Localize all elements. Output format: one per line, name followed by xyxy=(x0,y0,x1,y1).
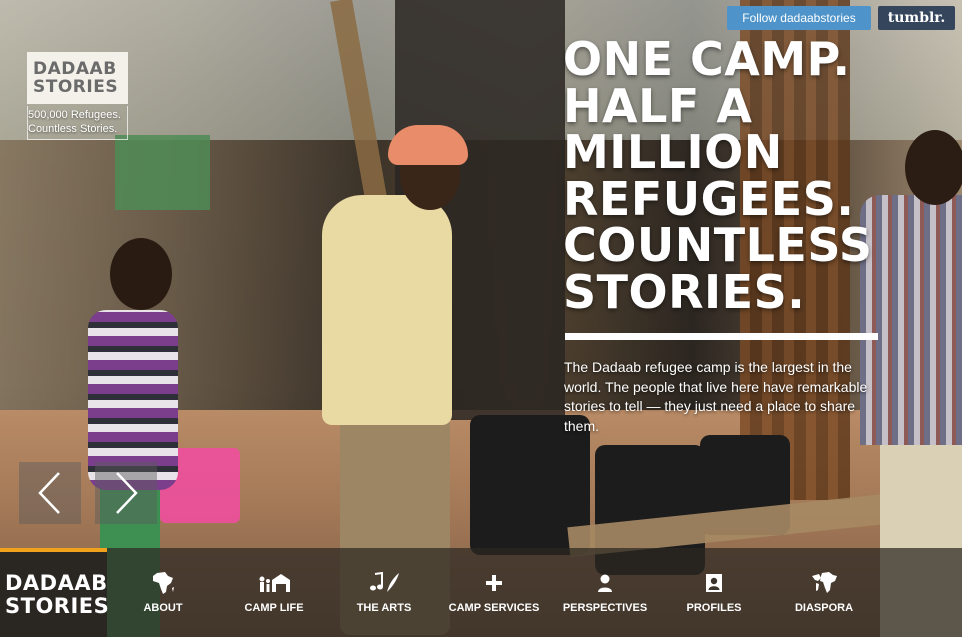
world-map-icon xyxy=(809,570,839,596)
nav-label: PROFILES xyxy=(686,602,742,614)
nav-label: ABOUT xyxy=(143,602,183,614)
nav-label: THE ARTS xyxy=(356,602,412,614)
headline-line: ONE CAMP. xyxy=(563,32,851,86)
site-logo[interactable]: DADAAB STORIES xyxy=(27,52,128,104)
nav-logo-line-1: DADAAB xyxy=(5,570,108,595)
tagline-line-1: 500,000 Refugees. xyxy=(28,109,121,121)
man-shirt xyxy=(322,195,452,425)
nav-item-the-arts[interactable]: THE ARTS xyxy=(355,570,413,622)
follow-button[interactable]: Follow dadaabstories xyxy=(727,6,871,30)
nav-label: DIASPORA xyxy=(794,602,854,614)
nav-item-camp-life[interactable]: CAMP LIFE xyxy=(240,570,308,622)
headline-line: MILLION xyxy=(563,125,783,179)
family-home-icon xyxy=(257,570,291,596)
slider-next-button[interactable] xyxy=(95,462,157,524)
headline-line: REFUGEES. xyxy=(563,171,855,226)
tumblr-button[interactable]: tumblr. xyxy=(878,6,955,30)
site-tagline: 500,000 Refugees. Countless Stories. xyxy=(27,106,128,140)
nav-item-diaspora[interactable]: DIASPORA xyxy=(795,570,853,622)
person-icon xyxy=(595,570,615,596)
nav-home-logo[interactable]: DADAAB STORIES xyxy=(0,548,110,637)
logo-line-2: STORIES xyxy=(33,77,119,97)
nav-label: CAMP LIFE xyxy=(244,602,304,614)
nav-logo-line-2: STORIES xyxy=(5,593,110,618)
nav-item-camp-services[interactable]: CAMP SERVICES xyxy=(448,570,540,622)
green-wall xyxy=(115,135,210,210)
headline-line: HALF A xyxy=(563,78,753,133)
slider-prev-button[interactable] xyxy=(19,462,81,524)
headline-divider xyxy=(565,333,878,340)
hero-headline: ONE CAMP. HALF A MILLION REFUGEES. COUNT… xyxy=(563,36,893,315)
chevron-right-icon xyxy=(116,472,138,514)
headline-line: STORIES. xyxy=(563,264,806,319)
nav-item-about[interactable]: ABOUT xyxy=(140,570,186,622)
man-headwrap xyxy=(388,125,468,165)
nav-item-profiles[interactable]: PROFILES xyxy=(686,570,742,622)
headline-line: COUNTLESS xyxy=(563,218,873,272)
chevron-left-icon xyxy=(38,472,60,514)
africa-map-icon xyxy=(150,570,176,596)
tagline-line-2: Countless Stories. xyxy=(28,123,118,135)
right-man-head xyxy=(905,130,962,205)
nav-label: PERSPECTIVES xyxy=(562,602,648,614)
logo-line-1: DADAAB xyxy=(33,59,117,79)
plus-icon xyxy=(484,570,504,596)
nav-label: CAMP SERVICES xyxy=(448,602,540,614)
portrait-icon xyxy=(704,570,724,596)
boy-head xyxy=(110,238,172,310)
music-quill-icon xyxy=(367,570,401,596)
hero-intro-text: The Dadaab refugee camp is the largest i… xyxy=(564,359,868,434)
nav-item-perspectives[interactable]: PERSPECTIVES xyxy=(563,570,647,622)
